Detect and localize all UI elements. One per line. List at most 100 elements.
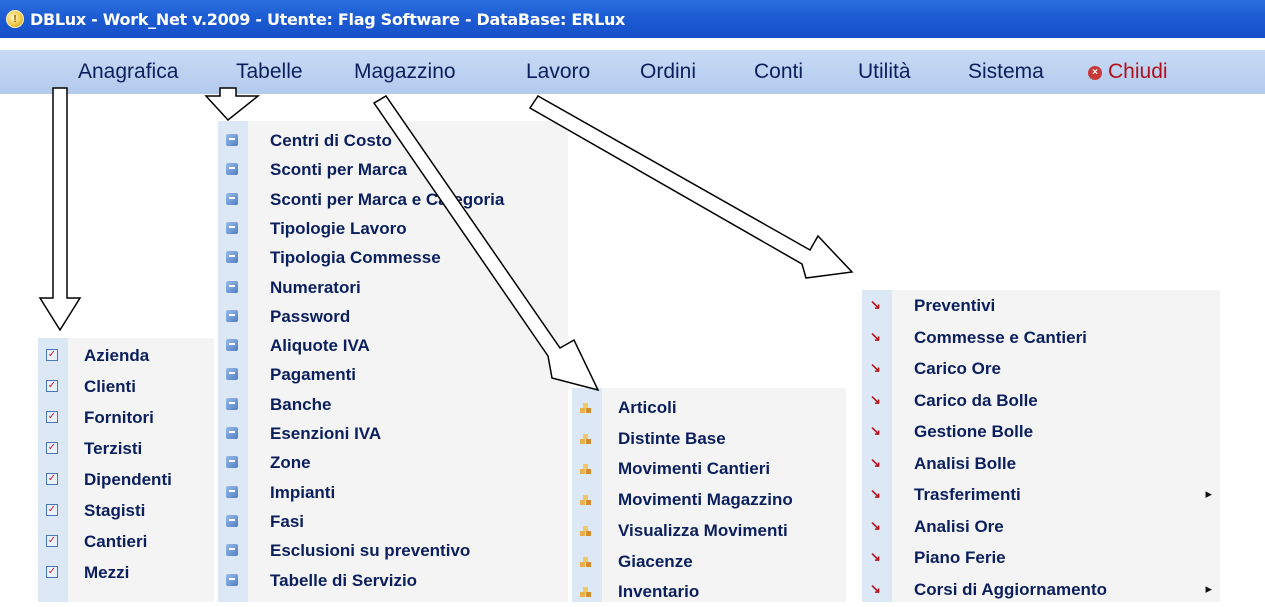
tabelle-item-numeratori[interactable]: Numeratori bbox=[218, 272, 568, 303]
anagrafica-item-clienti[interactable]: ✓ Clienti bbox=[38, 371, 214, 402]
tabelle-item-zone[interactable]: Zone bbox=[218, 447, 568, 478]
anagrafica-item-fornitori[interactable]: ✓ Fornitori bbox=[38, 402, 214, 433]
anagrafica-item-terzisti[interactable]: ✓ Terzisti bbox=[38, 433, 214, 464]
anagrafica-item-azienda[interactable]: ✓ Azienda bbox=[38, 340, 214, 371]
tabelle-item-centri-di-costo[interactable]: Centri di Costo bbox=[218, 125, 568, 156]
tabelle-item-pagamenti[interactable]: Pagamenti bbox=[218, 359, 568, 390]
document-icon bbox=[226, 427, 238, 439]
tabelle-item-aliquote-iva[interactable]: Aliquote IVA bbox=[218, 330, 568, 361]
lavoro-item-piano-ferie[interactable]: ↘ Piano Ferie bbox=[862, 542, 1220, 573]
tabelle-item-label: Tipologie Lavoro bbox=[270, 218, 407, 238]
anagrafica-item-label: Terzisti bbox=[84, 439, 143, 458]
checkbox-icon: ✓ bbox=[46, 535, 58, 547]
lavoro-item-label: Trasferimenti bbox=[914, 485, 1021, 504]
pin-icon: ↘ bbox=[870, 360, 881, 375]
lavoro-item-commesse-e-cantieri[interactable]: ↘ Commesse e Cantieri bbox=[862, 322, 1220, 353]
document-icon bbox=[226, 221, 238, 234]
tabelle-item-label: Aliquote IVA bbox=[270, 336, 370, 356]
tabelle-item-label: Password bbox=[270, 306, 351, 326]
lavoro-item-carico-ore[interactable]: ↘ Carico Ore bbox=[862, 353, 1220, 384]
tabelle-item-tipologia-commesse[interactable]: Tipologia Commesse bbox=[218, 242, 568, 273]
anagrafica-item-label: Stagisti bbox=[84, 501, 146, 520]
anagrafica-item-stagisti[interactable]: ✓ Stagisti bbox=[38, 495, 214, 526]
pin-icon: ↘ bbox=[870, 549, 881, 564]
menu-sistema[interactable]: Sistema bbox=[968, 60, 1044, 84]
tabelle-item-esenzioni-iva[interactable]: Esenzioni IVA bbox=[218, 418, 568, 449]
menu-ordini[interactable]: Ordini bbox=[640, 60, 696, 84]
menu-utilita[interactable]: Utilità bbox=[858, 60, 911, 84]
tabelle-item-sconti-per-marca[interactable]: Sconti per Marca bbox=[218, 154, 568, 185]
anagrafica-item-label: Fornitori bbox=[84, 408, 154, 427]
document-icon bbox=[226, 514, 238, 527]
pin-icon: ↘ bbox=[870, 486, 881, 501]
menu-lavoro[interactable]: Lavoro bbox=[526, 60, 590, 84]
magazzino-item-label: Distinte Base bbox=[618, 428, 726, 448]
lavoro-item-label: Analisi Bolle bbox=[914, 453, 1017, 473]
menu-anagrafica[interactable]: Anagrafica bbox=[78, 60, 178, 84]
magazzino-item-label: Visualizza Movimenti bbox=[618, 520, 788, 540]
lavoro-item-corsi-di-aggiornamento[interactable]: ↘ Corsi di Aggiornamento ▸ bbox=[862, 574, 1220, 605]
tabelle-item-sconti-per-marca-e-categoria[interactable]: Sconti per Marca e Categoria bbox=[218, 184, 568, 215]
checkbox-icon: ✓ bbox=[46, 566, 58, 578]
menu-tabelle[interactable]: Tabelle bbox=[236, 60, 303, 84]
checkbox-icon: ✓ bbox=[46, 349, 58, 361]
tabelle-item-label: Centri di Costo bbox=[270, 131, 392, 150]
menu-bar: Anagrafica Tabelle Magazzino Lavoro Ordi… bbox=[0, 50, 1265, 94]
tabelle-item-label: Zone bbox=[270, 453, 311, 473]
pin-icon: ↘ bbox=[870, 517, 881, 533]
menu-conti[interactable]: Conti bbox=[754, 60, 803, 84]
tabelle-item-impianti[interactable]: Impianti bbox=[218, 477, 568, 508]
magazzino-item-inventario[interactable]: Inventario bbox=[572, 576, 846, 607]
tabelle-item-label: Esclusioni su preventivo bbox=[270, 541, 471, 561]
pin-icon: ↘ bbox=[870, 391, 881, 407]
magazzino-item-movimenti-cantieri[interactable]: Movimenti Cantieri bbox=[572, 453, 846, 484]
tabelle-item-label: Fasi bbox=[270, 511, 305, 531]
lavoro-item-label: Carico da Bolle bbox=[914, 390, 1038, 410]
tabelle-item-esclusioni-su-preventivo[interactable]: Esclusioni su preventivo bbox=[218, 535, 568, 566]
lavoro-item-analisi-ore[interactable]: ↘ Analisi Ore bbox=[862, 511, 1220, 542]
document-icon bbox=[226, 163, 238, 176]
lavoro-item-gestione-bolle[interactable]: ↘ Gestione Bolle bbox=[862, 416, 1220, 447]
lavoro-item-label: Analisi Ore bbox=[914, 516, 1004, 536]
document-icon bbox=[226, 309, 238, 322]
checkbox-icon: ✓ bbox=[46, 442, 58, 454]
document-icon bbox=[226, 339, 238, 352]
lavoro-item-carico-da-bolle[interactable]: ↘ Carico da Bolle bbox=[862, 385, 1220, 416]
lavoro-item-preventivi[interactable]: ↘ Preventivi bbox=[862, 290, 1220, 321]
boxes-icon bbox=[580, 524, 592, 536]
anagrafica-item-dipendenti[interactable]: ✓ Dipendenti bbox=[38, 464, 214, 495]
app-logo-icon: ! bbox=[6, 10, 24, 28]
tabelle-item-fasi[interactable]: Fasi bbox=[218, 506, 568, 537]
checkbox-icon: ✓ bbox=[46, 473, 58, 485]
menu-chiudi[interactable]: × Chiudi bbox=[1088, 60, 1168, 84]
magazzino-item-movimenti-magazzino[interactable]: Movimenti Magazzino bbox=[572, 484, 846, 515]
anagrafica-item-cantieri[interactable]: ✓ Cantieri bbox=[38, 526, 214, 557]
tabelle-item-label: Numeratori bbox=[270, 277, 361, 297]
tabelle-item-label: Tipologia Commesse bbox=[270, 248, 441, 268]
tabelle-item-tabelle-di-servizio[interactable]: Tabelle di Servizio bbox=[218, 565, 568, 596]
submenu-arrow-icon: ▸ bbox=[1205, 580, 1212, 596]
document-icon bbox=[226, 251, 238, 264]
lavoro-item-label: Corsi di Aggiornamento bbox=[914, 579, 1107, 599]
magazzino-item-distinte-base[interactable]: Distinte Base bbox=[572, 423, 846, 454]
anagrafica-item-label: Cantieri bbox=[84, 532, 148, 551]
anagrafica-item-mezzi[interactable]: ✓ Mezzi bbox=[38, 557, 214, 588]
document-icon bbox=[226, 573, 238, 586]
magazzino-item-visualizza-movimenti[interactable]: Visualizza Movimenti bbox=[572, 515, 846, 546]
tabelle-submenu: Centri di Costo Sconti per Marca Sconti pe… bbox=[218, 121, 568, 602]
lavoro-item-trasferimenti[interactable]: ↘ Trasferimenti ▸ bbox=[862, 479, 1220, 510]
anagrafica-item-label: Azienda bbox=[84, 346, 150, 365]
magazzino-item-giacenze[interactable]: Giacenze bbox=[572, 546, 846, 577]
boxes-icon bbox=[580, 555, 592, 567]
magazzino-item-articoli[interactable]: Articoli bbox=[572, 392, 846, 423]
checkbox-icon: ✓ bbox=[46, 380, 58, 392]
lavoro-item-label: Gestione Bolle bbox=[914, 422, 1034, 441]
tabelle-item-password[interactable]: Password bbox=[218, 301, 568, 332]
tabelle-item-banche[interactable]: Banche bbox=[218, 389, 568, 420]
menu-magazzino[interactable]: Magazzino bbox=[354, 60, 456, 84]
document-icon bbox=[226, 134, 238, 146]
lavoro-item-analisi-bolle[interactable]: ↘ Analisi Bolle bbox=[862, 448, 1220, 479]
document-icon bbox=[226, 456, 238, 469]
tabelle-item-tipologie-lavoro[interactable]: Tipologie Lavoro bbox=[218, 213, 568, 244]
magazzino-submenu: Articoli Distinte Base Movimenti Cantieri M… bbox=[572, 388, 846, 602]
